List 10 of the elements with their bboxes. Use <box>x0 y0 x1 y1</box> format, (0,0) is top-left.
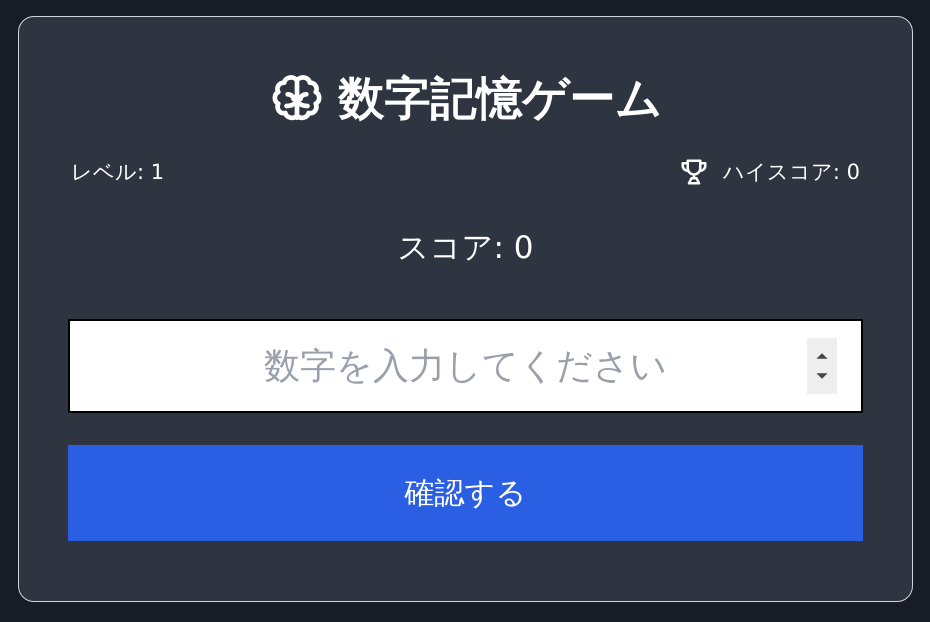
stepper-control[interactable] <box>807 338 837 394</box>
up-arrow-icon[interactable] <box>815 353 829 359</box>
trophy-icon <box>678 157 709 187</box>
down-arrow-icon[interactable] <box>815 373 829 379</box>
confirm-button[interactable]: 確認する <box>68 445 863 541</box>
number-input-field[interactable]: 数字を入力してください <box>68 319 863 413</box>
score-label: スコア: 0 <box>396 229 535 268</box>
level-label: レベル: 1 <box>71 159 164 186</box>
game-title: 数字記憶ゲーム <box>338 70 662 127</box>
high-score-label: ハイスコア: 0 <box>722 159 860 186</box>
